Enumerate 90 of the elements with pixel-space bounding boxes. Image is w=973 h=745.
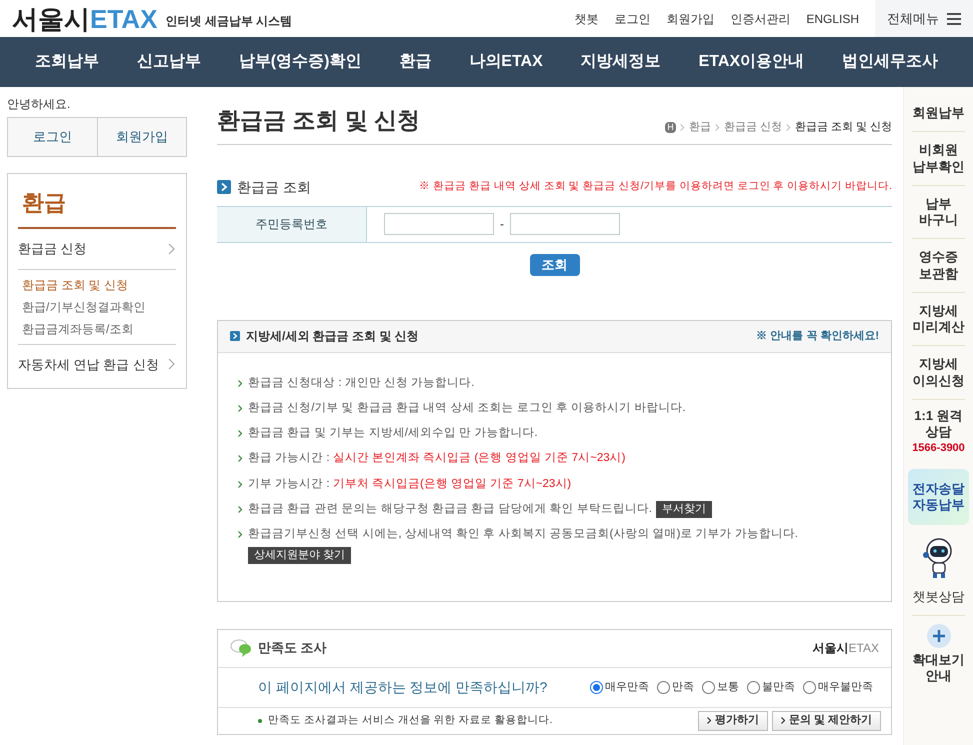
header-link[interactable]: 챗봇 bbox=[574, 10, 598, 28]
bullet-icon bbox=[238, 455, 242, 462]
plus-icon[interactable] bbox=[926, 624, 950, 648]
nav-item[interactable]: 납부(영수증)확인 bbox=[238, 50, 362, 74]
find-button[interactable]: 부서찾기 bbox=[656, 500, 712, 518]
id-number-field[interactable] bbox=[510, 213, 620, 235]
menu-icon bbox=[947, 12, 961, 24]
chevron-icon bbox=[168, 358, 176, 370]
notice-item: 환급금기부신청 선택 시에는, 상세내역 확인 후 사회복지 공동모금회(사랑의 열매)로 기부가 가능합니다. bbox=[248, 527, 798, 542]
side-menu-item[interactable]: 환급금 신청 bbox=[18, 229, 176, 268]
all-menu-button[interactable]: 전체메뉴 bbox=[875, 0, 973, 37]
nav-item[interactable]: ETAX이용안내 bbox=[698, 50, 804, 74]
tagline: 인터넷 세금납부 시스템 bbox=[165, 12, 292, 30]
side-submenu-item[interactable]: 환급금계좌등록/조회 bbox=[22, 320, 176, 338]
quick-menu-link[interactable]: 확대보기 안내 bbox=[912, 652, 964, 684]
notice-item: 환급 가능시간 : 실시간 본인계좌 즉시입금 (은행 영업일 기준 7시~23시) bbox=[248, 451, 626, 466]
search-button[interactable]: 조회 bbox=[530, 254, 580, 276]
speech-bubble-icon bbox=[230, 639, 252, 657]
side-submenu-item[interactable]: 환급금 조회 및 신청 bbox=[22, 276, 176, 294]
bullet-icon bbox=[258, 718, 262, 722]
header-link[interactable]: 인증서관리 bbox=[730, 10, 790, 28]
auth-button[interactable]: 회원가입 bbox=[96, 118, 186, 156]
header-link[interactable]: ENGLISH bbox=[806, 10, 859, 28]
id-number-field[interactable] bbox=[384, 213, 494, 235]
arrow-icon bbox=[230, 331, 240, 341]
survey-question: 이 페이지에서 제공하는 정보에 만족하십니까? bbox=[258, 678, 548, 696]
quick-menu-link[interactable]: 1:1 원격 상담 bbox=[914, 408, 963, 440]
page-title: 환급금 조회 및 신청 bbox=[217, 106, 420, 135]
brand-text: ETAX bbox=[848, 640, 879, 657]
auth-button[interactable]: 로그인 bbox=[8, 118, 96, 156]
nav-item[interactable]: 나의ETAX bbox=[469, 50, 543, 74]
survey-title: 만족도 조사 bbox=[258, 639, 327, 658]
notice-item: 환급금 신청/기부 및 환급금 환급 내역 상세 조회는 로그인 후 이용하시기 바랍니다. bbox=[248, 400, 686, 416]
notice-item: 기부 가능시간 : 기부처 즉시입금(은행 영업일 기준 7시~23시) bbox=[248, 476, 572, 492]
nav-item[interactable]: 지방세정보 bbox=[580, 50, 661, 74]
bullet-icon bbox=[238, 430, 242, 437]
logo-text[interactable]: 서울시 bbox=[12, 6, 90, 32]
brand-text: 서울시 bbox=[812, 640, 849, 657]
chevron-icon bbox=[680, 122, 685, 132]
rating-radio[interactable]: 매우불만족 bbox=[803, 678, 873, 696]
find-button[interactable]: 상세지원분야 찾기 bbox=[248, 547, 352, 564]
breadcrumb-link[interactable]: 환급금 조회 및 신청 bbox=[794, 119, 892, 136]
quick-menu-link[interactable]: 지방세 미리계산 bbox=[912, 302, 965, 336]
quick-menu-link[interactable]: 지방세 이의신청 bbox=[912, 356, 965, 389]
section-title: 환급금 조회 bbox=[237, 178, 311, 196]
separator: - bbox=[500, 216, 504, 233]
nav-item[interactable]: 조회납부 bbox=[34, 50, 99, 74]
rating-radio[interactable]: 보통 bbox=[702, 678, 739, 696]
quick-menu-link[interactable]: 영수증 보관함 bbox=[912, 249, 965, 282]
header-link[interactable]: 로그인 bbox=[614, 10, 650, 28]
notice-item: 환급금 환급 및 기부는 지방세/세외수입 만 가능합니다. bbox=[248, 426, 538, 441]
bullet-icon bbox=[238, 480, 242, 488]
breadcrumb-link[interactable]: 환급금 신청 bbox=[724, 119, 782, 136]
nav-item[interactable]: 신고납부 bbox=[136, 50, 201, 74]
field-label: 주민등록번호 bbox=[217, 206, 367, 242]
quick-menu-link[interactable]: 챗봇상담 bbox=[912, 587, 964, 607]
phone-number: 1566-3900 bbox=[912, 441, 965, 456]
quick-menu-button[interactable]: 전자송달 자동납부 bbox=[908, 468, 969, 526]
survey-button[interactable]: 평가하기 bbox=[698, 710, 768, 730]
nav-item[interactable]: 법인세무조사 bbox=[842, 50, 938, 74]
greeting: 안녕하세요. bbox=[7, 96, 72, 113]
login-warning: ※ 환급금 환급 내역 상세 조회 및 환급금 신청/기부를 이용하려면 로그인 후 이용하시기 바랍니다. bbox=[419, 179, 892, 194]
bullet-icon bbox=[238, 506, 242, 513]
chevron-icon bbox=[168, 242, 176, 255]
chevron-icon bbox=[780, 717, 785, 724]
header-link[interactable]: 회원가입 bbox=[666, 10, 714, 28]
survey-button[interactable]: 문의 및 제안하기 bbox=[772, 710, 881, 730]
notice-text: ※ 안내를 꼭 확인하세요! bbox=[756, 328, 879, 344]
rating-radio[interactable]: 매우만족 bbox=[590, 678, 649, 696]
rating-radio[interactable]: 만족 bbox=[657, 678, 694, 696]
nav-item[interactable]: 환급 bbox=[399, 50, 432, 74]
quick-menu-link[interactable]: 회원납부 bbox=[912, 105, 965, 122]
side-menu-item[interactable]: 자동차세 연납 환급 신청 bbox=[18, 344, 176, 384]
quick-menu-link[interactable]: 비회원 납부확인 bbox=[912, 142, 965, 175]
bullet-icon bbox=[238, 531, 242, 538]
chevron-icon bbox=[786, 122, 791, 132]
notice-item: 환급금 환급 관련 문의는 해당구청 환급금 환급 담당에게 확인 부탁드립니다. bbox=[248, 502, 652, 517]
notice-item: 환급금 신청대상 : 개인만 신청 가능합니다. bbox=[248, 376, 474, 390]
side-menu-title: 환급 bbox=[18, 174, 176, 229]
chevron-icon bbox=[714, 122, 720, 132]
survey-note: 만족도 조사결과는 서비스 개선을 위한 자료로 활용합니다. bbox=[268, 712, 552, 728]
home-icon[interactable]: H bbox=[665, 122, 676, 133]
side-submenu-item[interactable]: 환급/기부신청결과확인 bbox=[22, 298, 176, 316]
quick-menu-link[interactable]: 납부 바구니 bbox=[912, 196, 965, 228]
rating-radio[interactable]: 불만족 bbox=[747, 678, 795, 696]
breadcrumb-link[interactable]: 환급 bbox=[688, 119, 711, 136]
bullet-icon bbox=[238, 380, 242, 386]
panel-title: 지방세/세외 환급금 조회 및 신청 bbox=[246, 328, 419, 345]
bullet-icon bbox=[238, 404, 242, 412]
chevron-icon bbox=[706, 717, 711, 724]
